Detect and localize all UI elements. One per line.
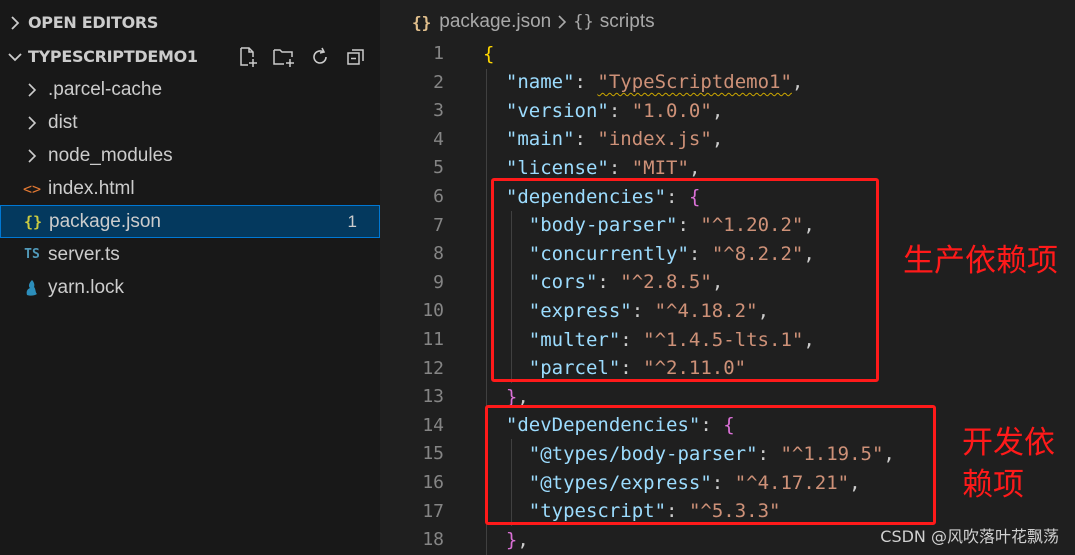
code-token: } [505,528,518,551]
new-file-icon[interactable] [236,45,260,69]
new-folder-icon[interactable] [272,45,296,69]
code-token: "license" [505,156,609,179]
line-number: 2 [433,71,444,93]
tree-file-index-html[interactable]: <> index.html [0,172,380,205]
code-line[interactable]: 2 "name": "TypeScriptdemo1", [380,68,1075,97]
project-header[interactable]: TYPESCRIPTDEMO1 [0,40,380,73]
open-editors-label: OPEN EDITORS [28,13,159,32]
code-line[interactable]: 4 "main": "index.js", [380,125,1075,154]
chevron-right-icon [20,115,44,130]
breadcrumb-file[interactable]: package.json [439,11,551,33]
dev-dependencies-annotation-line1: 开发依 [962,425,1055,461]
code-token: , [791,71,804,94]
line-number: 12 [422,357,444,379]
breadcrumb-section[interactable]: scripts [600,11,655,33]
line-number: 4 [433,128,444,150]
code-token: "TypeScriptdemo1" [597,71,792,94]
explorer-actions [236,40,368,73]
tree-item-label: index.html [48,177,135,199]
tree-item-label: package.json [49,210,161,232]
chevron-right-icon [20,148,44,163]
code-text: { [483,43,494,65]
tree-item-label: node_modules [48,144,173,166]
tree-file-package-json[interactable]: {} package.json 1 [0,205,380,238]
code-token: , [711,99,724,122]
code-token: { [483,42,495,65]
line-number: 13 [422,386,444,408]
line-number: 17 [422,500,444,522]
tree-item-label: yarn.lock [48,276,125,298]
line-number: 10 [422,300,444,322]
explorer-sidebar: OPEN EDITORS TYPESCRIPTDEMO1 .parcel-cac… [0,0,380,555]
line-number: 9 [433,271,444,293]
problem-count-badge: 1 [347,211,357,231]
code-token: "main" [505,128,575,151]
json-file-icon: {} [412,12,432,32]
code-token: , [711,128,724,151]
code-token: "MIT" [631,156,689,179]
typescript-file-icon: TS [24,247,40,262]
json-file-icon: {} [23,212,43,231]
code-token: "index.js" [597,128,712,151]
yarn-file-icon [20,279,44,297]
line-number: 3 [433,100,444,122]
html-file-icon: <> [22,179,42,198]
code-text: "version": "1.0.0", [483,100,723,122]
open-editors-header[interactable]: OPEN EDITORS [0,6,380,39]
braces-icon: {} [573,12,594,32]
code-token: : [608,156,632,179]
tree-folder-dist[interactable]: dist [0,106,380,139]
tree-file-yarn-lock[interactable]: yarn.lock [0,271,380,304]
breadcrumb: {} package.json {} scripts [380,0,1075,44]
dependencies-highlight-box [491,178,879,382]
refresh-icon[interactable] [308,45,332,69]
chevron-down-icon [4,51,26,63]
tree-item-label: dist [48,111,78,133]
code-line[interactable]: 1{ [380,39,1075,68]
tree-item-label: server.ts [48,243,120,265]
code-token: "name" [505,71,575,94]
tree-folder-node-modules[interactable]: node_modules [0,139,380,172]
code-text: "license": "MIT", [483,156,701,179]
line-number: 7 [433,214,444,236]
code-editor[interactable]: {} package.json {} scripts 1{2 "name": "… [380,0,1075,555]
watermark: CSDN @风吹落叶花飘荡 [880,527,1059,546]
line-number: 5 [433,157,444,179]
chevron-right-icon [20,82,44,97]
line-number: 15 [422,443,444,465]
code-token: "1.0.0" [631,99,712,122]
line-number: 6 [433,186,444,207]
code-line[interactable]: 3 "version": "1.0.0", [380,96,1075,125]
chevron-right-icon [557,15,567,29]
project-label: TYPESCRIPTDEMO1 [28,47,198,66]
collapse-all-icon[interactable] [344,45,368,69]
line-number: 18 [422,529,444,551]
line-number: 1 [433,43,444,64]
dev-dependencies-highlight-box [485,405,936,525]
line-number: 16 [422,472,444,493]
tree-item-label: .parcel-cache [48,78,163,100]
code-token: , [688,156,701,179]
dependencies-annotation: 生产依赖项 [903,243,1058,279]
line-number: 14 [422,414,444,436]
code-token: "version" [505,99,609,122]
tree-folder-parcel-cache[interactable]: .parcel-cache [0,73,380,106]
code-text: }, [483,529,529,551]
code-text: "name": "TypeScriptdemo1", [483,71,803,93]
line-number: 11 [422,329,444,350]
dev-dependencies-annotation-line2: 赖项 [962,467,1024,503]
code-token: , [517,528,529,551]
code-token: : [574,71,598,94]
code-text: "main": "index.js", [483,128,723,150]
chevron-right-icon [4,15,26,30]
code-token: : [574,128,598,151]
tree-file-server-ts[interactable]: TS server.ts [0,238,380,271]
code-token: : [608,99,632,122]
line-number: 8 [433,243,444,265]
